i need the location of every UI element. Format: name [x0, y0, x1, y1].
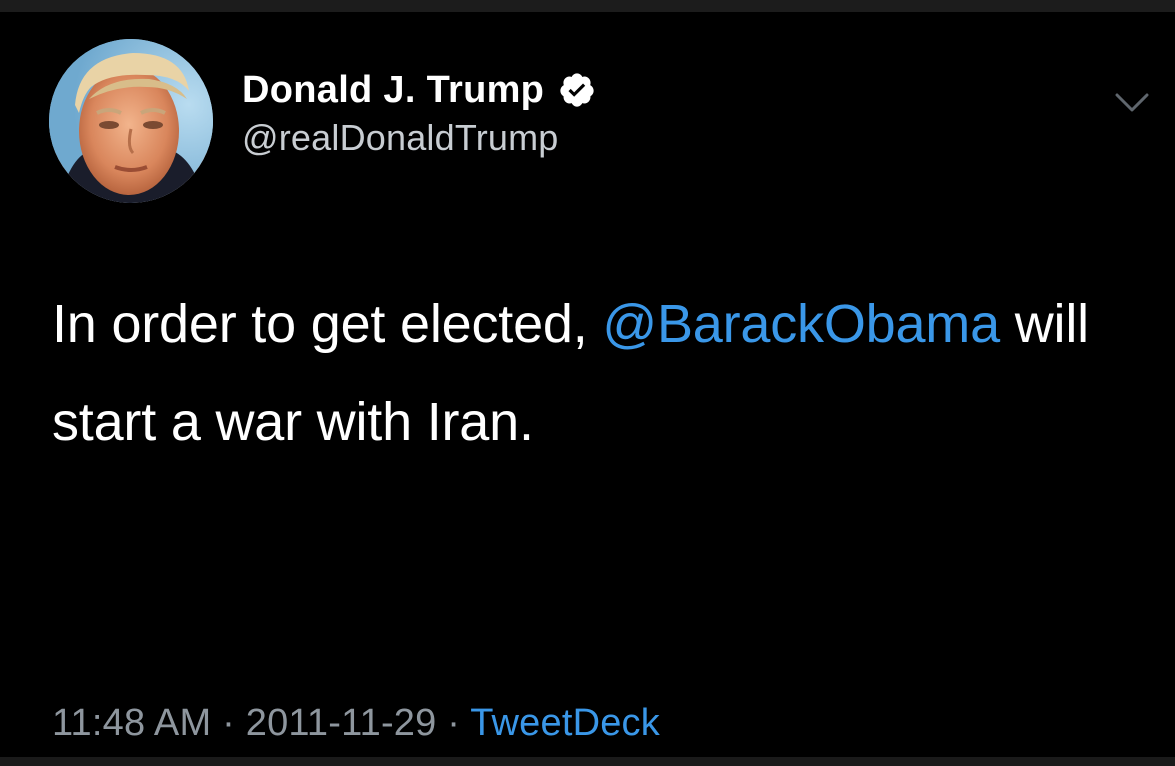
tweet-source-link[interactable]: TweetDeck: [470, 702, 660, 744]
verified-badge-icon: [558, 71, 596, 109]
meta-separator-2: ·: [447, 702, 461, 744]
tweet-text-before: In order to get elected,: [52, 294, 603, 354]
handle[interactable]: @realDonaldTrump: [242, 117, 596, 159]
tweet-time[interactable]: 11:48 AM: [52, 702, 211, 744]
mention-link[interactable]: @BarackObama: [602, 294, 1000, 354]
tweet-card: Donald J. Trump @realDonaldTrump In orde…: [0, 12, 1175, 757]
author-header: Donald J. Trump @realDonaldTrump: [242, 67, 596, 159]
tweet-text: In order to get elected, @BarackObama wi…: [52, 275, 1142, 471]
top-strip: [0, 0, 1175, 12]
tweet-date[interactable]: 2011-11-29: [246, 702, 437, 744]
name-row: Donald J. Trump: [242, 67, 596, 113]
display-name[interactable]: Donald J. Trump: [242, 69, 544, 112]
avatar-image: [49, 39, 213, 203]
avatar[interactable]: [49, 39, 213, 203]
chevron-down-icon[interactable]: [1114, 92, 1150, 114]
bottom-strip: [0, 757, 1175, 766]
meta-separator-1: ·: [222, 702, 235, 744]
tweet-meta: 11:48 AM · 2011-11-29 · TweetDeck: [52, 702, 660, 745]
